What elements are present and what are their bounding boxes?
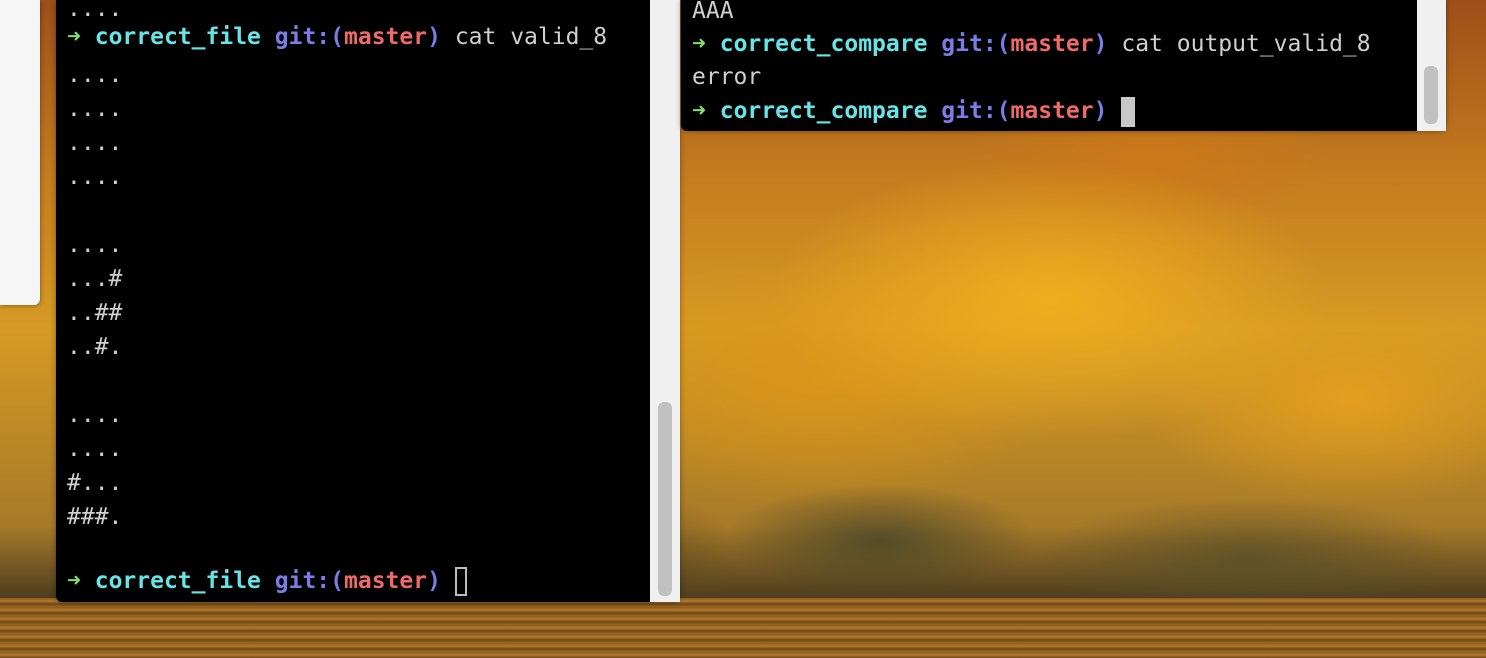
prompt-git-close: ) [1093, 98, 1108, 124]
prompt-directory: correct_file [94, 24, 261, 50]
terminal-output-line: .... [67, 402, 123, 428]
terminal-output-line: ..## [67, 300, 123, 326]
terminal-output-line: .... [67, 164, 123, 190]
terminal-output-line: AAA [692, 0, 734, 24]
prompt-git-label: git:( [941, 98, 1011, 124]
prompt-git-label: git:( [274, 568, 344, 594]
terminal-output-line: ...# [67, 266, 123, 292]
terminal-output-line: error [692, 64, 762, 90]
prompt-directory: correct_compare [719, 98, 928, 124]
prompt-git-close: ) [427, 24, 441, 50]
scrollbar-thumb-left[interactable] [658, 402, 672, 596]
terminal-prompt-line: ➜ correct_compare git:(master) cat outpu… [692, 27, 1371, 61]
prompt-git-branch: master [1010, 31, 1094, 57]
terminal-output-line: .... [67, 232, 123, 258]
terminal-command: cat output_valid_8 [1121, 31, 1371, 57]
scrollbar-thumb-right[interactable] [1424, 66, 1438, 124]
terminal-cursor [454, 567, 467, 596]
prompt-git-close: ) [1093, 31, 1108, 57]
terminal-output-line: ..#. [67, 334, 123, 360]
terminal-window-right[interactable]: AAA ➜ correct_compare git:(master) cat o… [681, 0, 1446, 131]
prompt-directory: correct_compare [719, 31, 928, 57]
terminal-output-line: .... [67, 96, 123, 122]
terminal-output-line: .... [67, 436, 123, 462]
terminal-output-line: .... [67, 130, 123, 156]
prompt-git-close: ) [427, 568, 441, 594]
terminal-window-left[interactable]: .... ➜ correct_file git:(master) cat val… [56, 0, 680, 602]
prompt-arrow-icon: ➜ [692, 31, 706, 57]
terminal-prompt-line: ➜ correct_file git:(master) cat valid_8 [67, 20, 607, 54]
prompt-git-branch: master [1010, 98, 1094, 124]
terminal-output-line: ###. [67, 504, 123, 530]
prompt-arrow-icon: ➜ [67, 568, 81, 594]
prompt-git-label: git:( [941, 31, 1011, 57]
prompt-arrow-icon: ➜ [692, 98, 706, 124]
prompt-git-branch: master [344, 568, 428, 594]
terminal-prompt-line[interactable]: ➜ correct_file git:(master) [67, 564, 467, 598]
terminal-prompt-line[interactable]: ➜ correct_compare git:(master) [692, 94, 1136, 128]
terminal-output-line: #... [67, 470, 123, 496]
prompt-directory: correct_file [94, 568, 261, 594]
prompt-arrow-icon: ➜ [67, 24, 81, 50]
terminal-cursor [1121, 96, 1136, 127]
wallpaper-lake [0, 598, 1486, 658]
prompt-git-branch: master [344, 24, 428, 50]
background-window[interactable] [0, 0, 40, 305]
terminal-output-line: .... [67, 62, 123, 88]
terminal-command: cat valid_8 [454, 24, 608, 50]
prompt-git-label: git:( [274, 24, 344, 50]
